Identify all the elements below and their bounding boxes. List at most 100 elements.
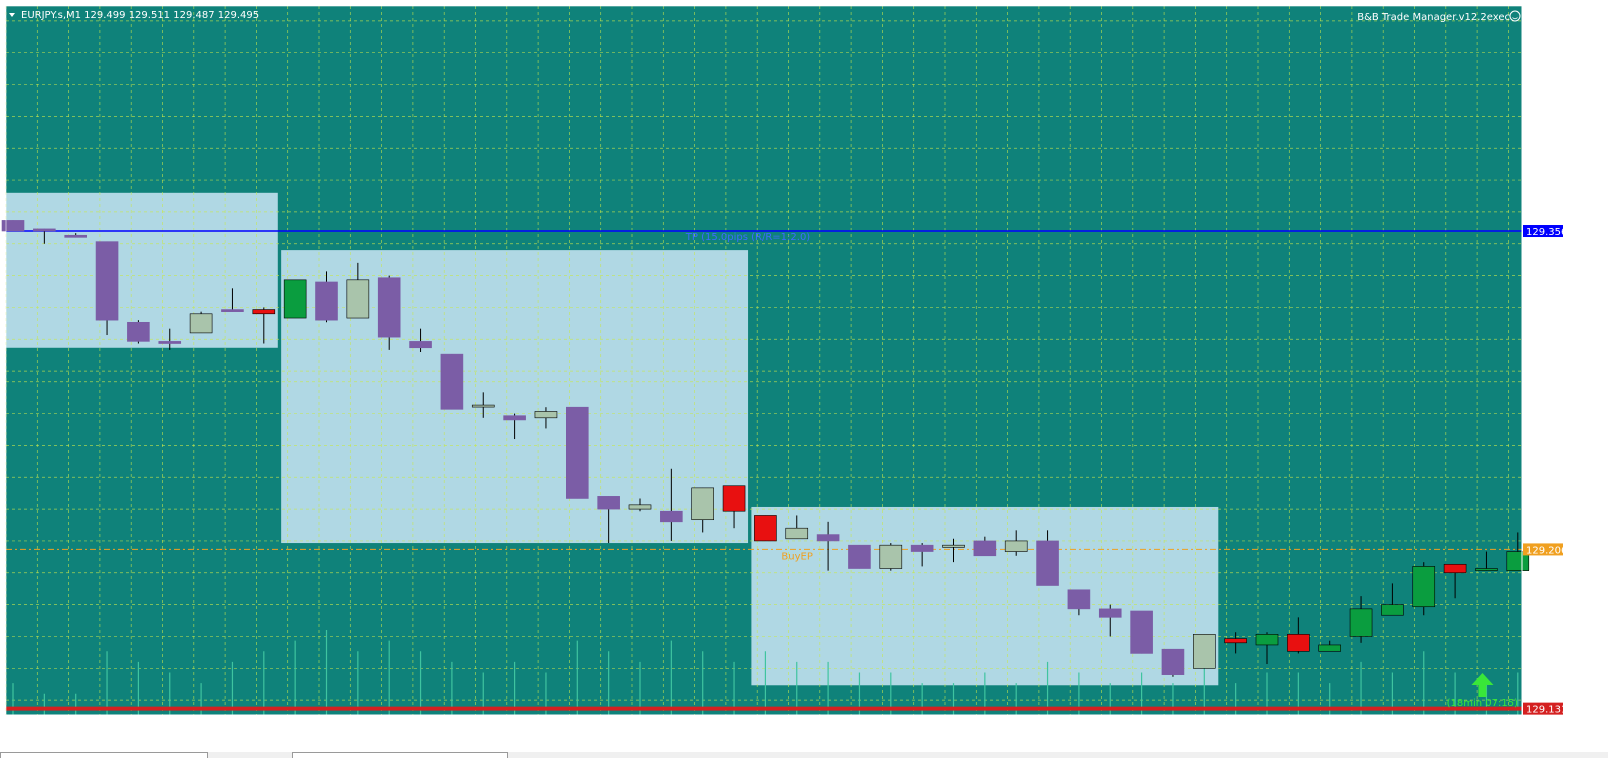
candle-body (628, 504, 652, 510)
candle-body (440, 353, 464, 410)
x-tick-label: 21 Jul 06:55 (132, 720, 192, 731)
candle-body (221, 309, 244, 312)
candle-body (1318, 644, 1341, 652)
y-tick-label: 129.380 (1528, 176, 1569, 187)
y-tick-label: 129.255 (1528, 441, 1569, 452)
candle-body (973, 540, 997, 557)
x-tick-label: 21 Jul 07:39 (1509, 720, 1569, 731)
x-tick-label: 21 Jul 07:19 (883, 720, 943, 731)
candle-body (252, 309, 276, 315)
candle-body (1130, 610, 1153, 654)
candle-body (942, 544, 965, 548)
candle-body (1, 220, 25, 232)
y-tick-label: 129.225 (1528, 505, 1569, 516)
candle-body (95, 241, 119, 321)
x-tick-label: 21 Jul 07:07 (508, 720, 568, 731)
x-tick-label: 21 Jul 07:01 (320, 720, 380, 731)
x-tick-label: 21 Jul 07:35 (1384, 720, 1444, 731)
x-tick-label: 21 Jul 07:29 (1196, 720, 1256, 731)
buy-entry-label: BuyEP (781, 551, 812, 562)
x-tick-label: 21 Jul 07:03 (383, 720, 443, 731)
x-tick-label: 21 Jul 06:53 (70, 720, 130, 731)
candle-body (64, 234, 87, 238)
range-zone-box (751, 506, 1219, 686)
candle-body (1412, 566, 1436, 608)
x-tick-label: 21 Jul 07:13 (696, 720, 756, 731)
candle-body (127, 321, 150, 342)
candle-body (1349, 608, 1373, 637)
candle-body (377, 277, 401, 338)
y-tick-label: 129.410 (1528, 112, 1569, 123)
x-tick-label: 21 Jul 07:33 (1322, 720, 1382, 731)
candle-body (503, 415, 526, 421)
candle-body (1193, 634, 1216, 669)
y-tick-label: 129.290 (1528, 367, 1569, 378)
candle-body (409, 341, 432, 349)
y-tick-label: 129.180 (1528, 601, 1569, 612)
candle-body (1443, 563, 1467, 574)
candle-body (346, 279, 370, 319)
candle-body (1098, 608, 1122, 618)
candle-body (283, 279, 307, 319)
y-tick-label: 129.455 (1528, 17, 1569, 28)
x-tick-label: 21 Jul 06:59 (257, 720, 317, 731)
candle-body (691, 487, 715, 521)
candle-body (158, 341, 182, 344)
candle-body (785, 527, 809, 540)
candle-body (1287, 634, 1310, 652)
x-tick-label: 21 Jul 07:27 (1134, 720, 1194, 731)
x-tick-label: 21 Jul 07:05 (445, 720, 505, 731)
y-tick-label: 129.305 (1528, 335, 1569, 346)
candle-body (565, 406, 589, 499)
x-tick-label: 21 Jul 2021 (7, 720, 64, 731)
x-tick-label: 21 Jul 07:23 (1009, 720, 1069, 731)
entry-price-tag-text: 129.206 (1526, 545, 1567, 556)
candle-body (1475, 568, 1498, 571)
symbol-info-header: EURJPY.s,M1 129.499 129.511 129.487 129.… (21, 10, 259, 21)
chart-tab-bar (0, 752, 1608, 758)
x-tick-label: 21 Jul 06:57 (195, 720, 255, 731)
sl-price-tag-text: 129.131 (1526, 705, 1567, 716)
x-tick-label: 21 Jul 07:11 (633, 720, 693, 731)
x-tick-label: 21 Jul 07:09 (570, 720, 630, 731)
y-tick-label: 129.365 (1528, 208, 1569, 219)
x-tick-label: 21 Jul 07:25 (1071, 720, 1131, 731)
tp-price-tag-text: 129.356 (1526, 227, 1567, 238)
candle-body (315, 281, 338, 321)
candle-body (754, 515, 777, 542)
candle-body (33, 228, 56, 232)
chart-tab[interactable] (292, 752, 508, 758)
candle-body (597, 496, 620, 510)
candle-body (1255, 634, 1279, 646)
candle-body (189, 313, 213, 334)
y-tick-label: 129.240 (1528, 473, 1569, 484)
x-tick-label: 21 Jul 07:15 (758, 720, 818, 731)
chart-tab[interactable] (0, 752, 208, 758)
candle-body (471, 404, 495, 408)
candle-body (879, 544, 903, 569)
countdown-label: (18min 07:15) (1447, 698, 1518, 709)
candle-body (816, 534, 840, 542)
price-chart[interactable]: 129.455 129.440 129.425 129.410 129.395 129.3… (0, 0, 1608, 752)
y-tick-label: 129.350 (1528, 240, 1569, 251)
y-tick-label: 129.440 (1528, 49, 1569, 60)
x-tick-label: 21 Jul 07:37 (1447, 720, 1507, 731)
y-tick-label: 129.270 (1528, 410, 1569, 421)
y-tick-label: 129.425 (1528, 81, 1569, 92)
ea-label: B&B Trade Manager.v12.2exec (1357, 12, 1510, 23)
candle-body (722, 485, 746, 512)
candle-body (1067, 589, 1091, 610)
chart-window[interactable]: 129.455 129.440 129.425 129.410 129.395 129.3… (0, 0, 1608, 758)
candle-body (910, 544, 934, 552)
y-tick-label: 129.150 (1528, 664, 1569, 675)
y-tick-label: 129.395 (1528, 144, 1569, 155)
candle-body (1161, 648, 1185, 675)
y-tick-label: 129.335 (1528, 272, 1569, 283)
tp-line-label: TP (15.0pips (R/R=1:2.0) (685, 232, 811, 243)
x-tick-label: 21 Jul 07:21 (946, 720, 1006, 731)
y-tick-label: 129.195 (1528, 569, 1569, 580)
candle-body (534, 411, 558, 419)
x-tick-label: 21 Jul 07:31 (1259, 720, 1319, 731)
candle-body (1224, 638, 1247, 644)
candle-body (660, 510, 683, 523)
